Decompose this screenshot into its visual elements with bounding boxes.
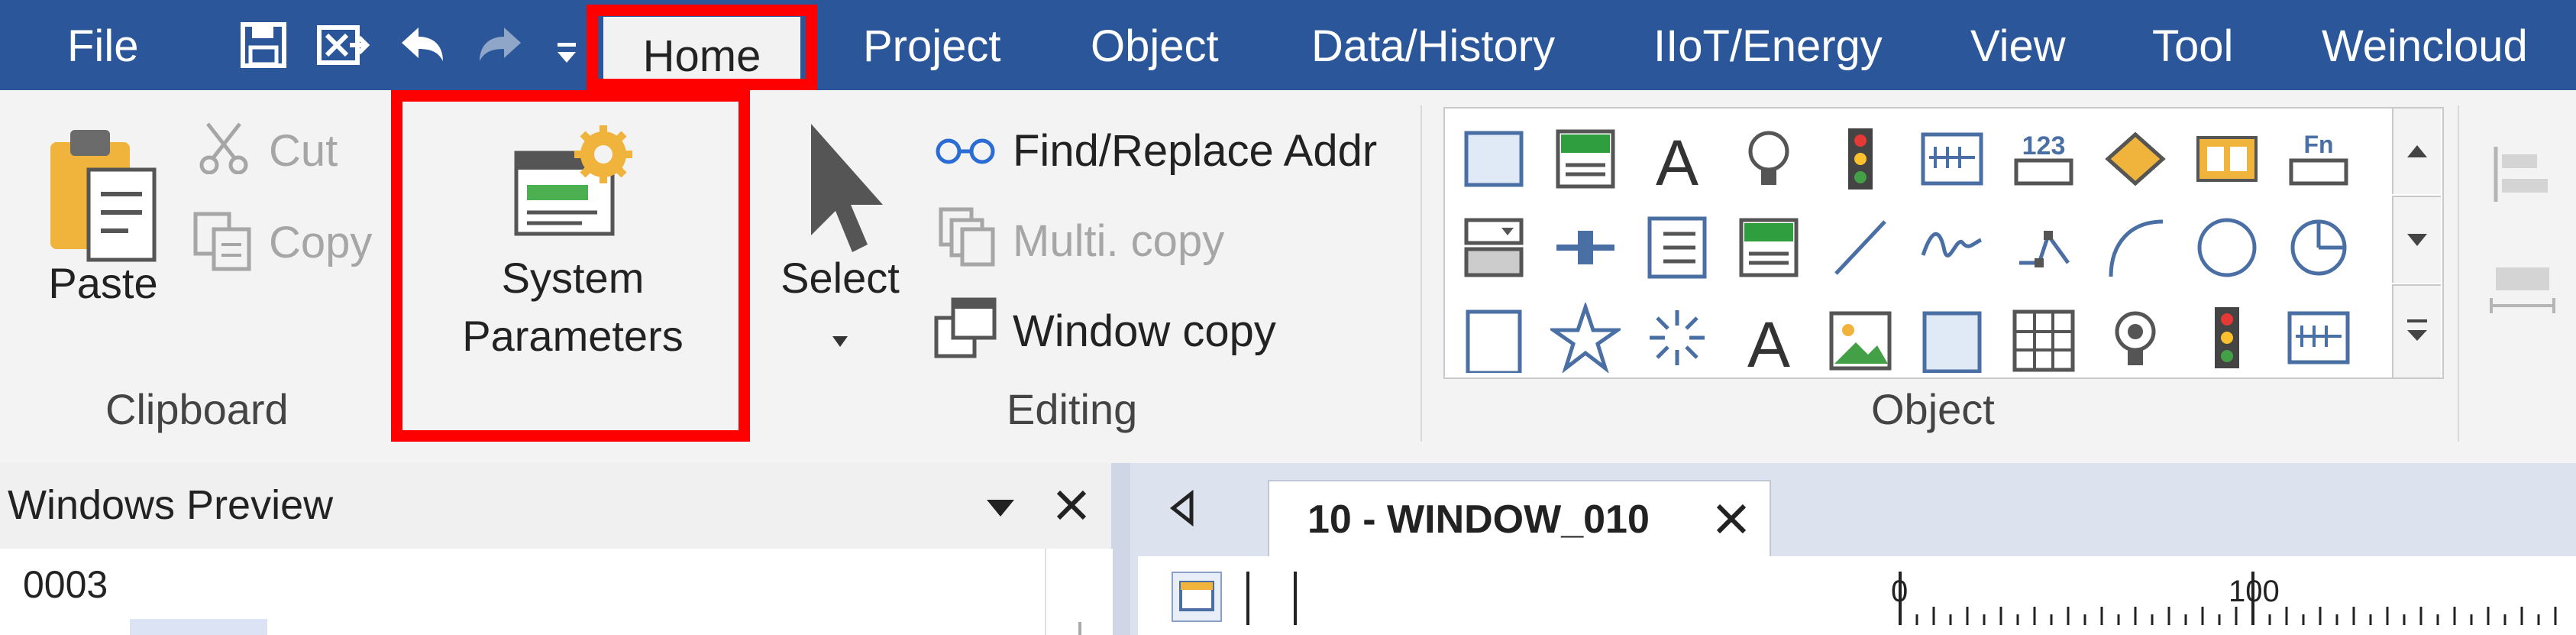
select-cursor-icon[interactable] [803, 121, 887, 258]
toggle-icon[interactable] [2192, 124, 2262, 194]
clipboard-group-label: Clipboard [105, 385, 289, 433]
gallery-expand[interactable] [2392, 284, 2441, 377]
windows-preview-header: Windows Preview [0, 463, 1111, 549]
align-left-icon[interactable] [2491, 144, 2552, 205]
frame-icon[interactable] [1917, 303, 1987, 373]
numeric-999-icon[interactable] [1550, 124, 1621, 194]
tab-weincloud[interactable]: Weincloud [2322, 0, 2528, 90]
customize-dropdown-icon[interactable] [551, 20, 582, 70]
document-tab[interactable]: 10 - WINDOW_010 [1268, 480, 1771, 558]
tab-project[interactable]: Project [863, 0, 1001, 90]
gallery-scroll-up[interactable] [2392, 109, 2441, 194]
pie-icon[interactable] [2283, 212, 2354, 283]
tag-icon[interactable] [2100, 124, 2170, 194]
tab-tool[interactable]: Tool [2152, 0, 2233, 90]
system-parameters-highlight [391, 90, 750, 442]
windows-preview-list: 0003 [0, 549, 1113, 635]
tab-close-icon[interactable] [1712, 500, 1750, 538]
ribbon: Paste Cut Copy Clipboard System Paramete… [0, 90, 2576, 465]
menu-file[interactable]: File [67, 0, 138, 90]
text-icon[interactable]: A [1642, 124, 1712, 194]
bit-lamp-icon[interactable] [1459, 124, 1529, 194]
bulb-2-icon[interactable] [2100, 303, 2170, 373]
table-icon[interactable] [2009, 303, 2079, 373]
numeric-123-icon[interactable]: 123 [2009, 124, 2079, 194]
list-icon[interactable] [1642, 212, 1712, 283]
preview-thumbnail[interactable] [130, 619, 267, 635]
picture-icon[interactable] [1825, 303, 1896, 373]
ruler-label-hundred: 100 [2229, 575, 2280, 608]
preview-item-label[interactable]: 0003 [23, 562, 108, 607]
paste-icon[interactable] [44, 119, 159, 264]
traffic-light-2-icon[interactable] [2192, 303, 2262, 373]
trend-2-icon[interactable] [2283, 303, 2354, 373]
cut-icon [197, 121, 250, 174]
window-properties-icon[interactable] [1172, 572, 1222, 622]
window-copy-button[interactable]: Window copy [1013, 306, 1276, 357]
group-separator [2458, 105, 2459, 442]
tab-iiot-energy[interactable]: IIoT/Energy [1653, 0, 1883, 90]
panel-close-icon[interactable] [1052, 486, 1091, 524]
multi-copy-icon [938, 206, 999, 267]
tab-data-history[interactable]: Data/History [1311, 0, 1555, 90]
historic-trend-icon[interactable] [1917, 124, 1987, 194]
svg-text:A: A [1656, 127, 1698, 194]
svg-text:A: A [1747, 309, 1790, 373]
cut-button[interactable]: Cut [269, 125, 338, 177]
tab-view[interactable]: View [1970, 0, 2066, 90]
text-a-icon[interactable]: A [1734, 303, 1804, 373]
windows-preview-title: Windows Preview [8, 482, 334, 528]
star-icon[interactable] [1550, 303, 1621, 373]
circle-icon[interactable] [2192, 212, 2262, 283]
home-tab-highlight [587, 5, 817, 90]
group-separator [1421, 105, 1422, 442]
multi-copy-button[interactable]: Multi. copy [1013, 215, 1224, 267]
distribute-icon[interactable] [2488, 258, 2557, 327]
copy-button[interactable]: Copy [269, 217, 372, 268]
line-icon[interactable] [1825, 212, 1896, 283]
window-copy-icon [933, 296, 997, 361]
rectangle-icon[interactable] [1459, 303, 1529, 373]
bulb-icon[interactable] [1734, 124, 1804, 194]
traffic-light-icon[interactable] [1825, 124, 1896, 194]
panel-dropdown-icon[interactable] [985, 497, 1016, 520]
exit-icon[interactable] [316, 20, 370, 70]
combo-button-icon[interactable] [1459, 212, 1529, 283]
select-dropdown-icon[interactable] [831, 335, 849, 348]
gallery-scroll-down[interactable] [2392, 196, 2441, 283]
menu-bar: File Home Project Object Data/History II… [0, 0, 2576, 90]
undo-icon[interactable] [397, 20, 448, 70]
paste-button[interactable]: Paste [42, 254, 164, 313]
horizontal-ruler: 0 100 [1245, 564, 2576, 635]
editing-group-label: Editing [1007, 385, 1138, 433]
document-tab-label: 10 - WINDOW_010 [1307, 497, 1650, 542]
object-group-label: Object [1871, 385, 1995, 433]
ruler-label-zero: 0 [1891, 575, 1909, 608]
polyline-icon[interactable] [2009, 212, 2079, 283]
burst-icon[interactable] [1642, 303, 1712, 373]
slider-icon[interactable] [1550, 212, 1621, 283]
svg-text:Fn: Fn [2303, 131, 2333, 158]
select-button[interactable]: Select [771, 249, 909, 307]
find-replace-icon [933, 136, 999, 167]
object-gallery: A 123 Fn A [1443, 107, 2444, 379]
copy-icon [192, 211, 254, 272]
redo-icon[interactable] [475, 20, 525, 70]
save-icon[interactable] [238, 20, 289, 70]
editor-canvas[interactable]: 0 100 [1138, 556, 2576, 635]
abc-display-icon[interactable] [1734, 212, 1804, 283]
svg-text:123: 123 [2022, 131, 2066, 160]
tab-scroll-left-icon[interactable] [1167, 489, 1198, 527]
preview-scrollbar[interactable] [1045, 549, 1113, 635]
wave-icon[interactable] [1917, 212, 1987, 283]
function-key-icon[interactable]: Fn [2283, 124, 2354, 194]
arc-icon[interactable] [2100, 212, 2170, 283]
find-replace-button[interactable]: Find/Replace Addr [1013, 125, 1377, 177]
tab-object[interactable]: Object [1091, 0, 1219, 90]
